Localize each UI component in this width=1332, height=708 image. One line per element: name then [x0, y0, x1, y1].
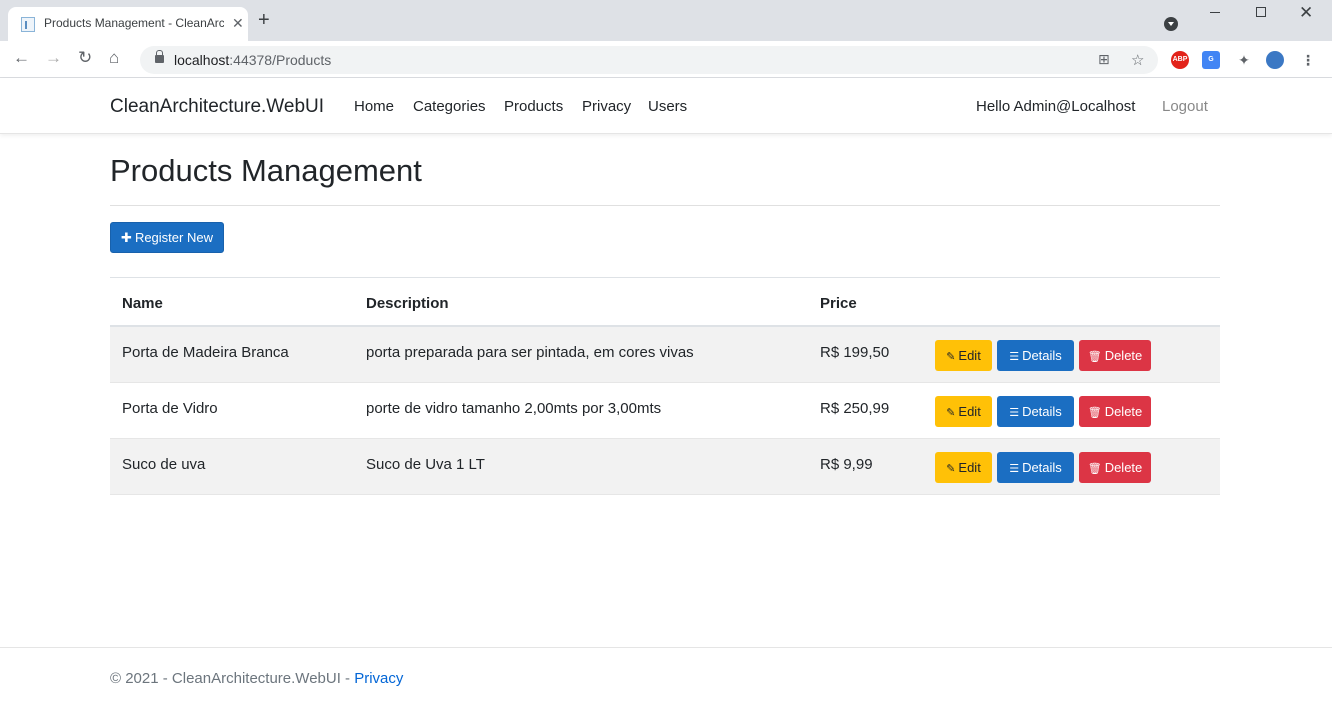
- footer-text: © 2021 - CleanArchitecture.WebUI -: [110, 670, 355, 687]
- edit-label: Edit: [958, 404, 981, 419]
- details-button[interactable]: ☰ Details: [997, 396, 1074, 427]
- delete-button[interactable]: 🗑 Delete: [1079, 340, 1151, 371]
- delete-label: Delete: [1104, 460, 1143, 475]
- pencil-icon: ✎: [946, 463, 956, 475]
- column-header-price: Price: [820, 295, 857, 312]
- logout-link[interactable]: Logout: [1162, 98, 1208, 115]
- nav-link-home[interactable]: Home: [354, 98, 394, 115]
- product-name: Suco de uva: [122, 456, 206, 473]
- google-translate-icon[interactable]: G: [1202, 51, 1220, 69]
- details-button[interactable]: ☰ Details: [997, 340, 1074, 371]
- url-path: :44378/Products: [229, 52, 332, 68]
- product-name: Porta de Madeira Branca: [122, 344, 289, 361]
- url-text: localhost:44378/Products: [174, 52, 331, 68]
- new-tab-icon[interactable]: +: [258, 10, 270, 30]
- product-description: porte de vidro tamanho 2,00mts por 3,00m…: [366, 400, 662, 417]
- edit-button[interactable]: ✎ Edit: [935, 340, 992, 371]
- menu-icon[interactable]: ⋮: [1299, 51, 1317, 69]
- product-description: porta preparada para ser pintada, em cor…: [366, 344, 694, 361]
- star-icon[interactable]: ☆: [1131, 51, 1144, 69]
- browser-tab[interactable]: Products Management - CleanArchitecture.…: [8, 7, 248, 41]
- product-name: Porta de Vidro: [122, 400, 218, 417]
- web-page: CleanArchitecture.WebUI Home Categories …: [0, 78, 1332, 708]
- plus-icon: ✚: [121, 230, 132, 245]
- profile-icon[interactable]: [1266, 51, 1284, 69]
- table-header: Name Description Price: [110, 277, 1220, 327]
- back-icon[interactable]: ←: [13, 48, 30, 68]
- trash-icon: 🗑: [1087, 351, 1102, 363]
- home-icon[interactable]: ⌂: [109, 48, 119, 68]
- table-row: Porta de Madeira Branca porta preparada …: [110, 327, 1220, 383]
- register-new-button[interactable]: ✚ Register New: [110, 222, 224, 253]
- pencil-icon: ✎: [946, 351, 956, 363]
- products-table: Name Description Price Porta de Madeira …: [110, 277, 1220, 495]
- tab-search-icon[interactable]: [1164, 17, 1178, 31]
- tab-title: Products Management - CleanArchitecture.…: [44, 16, 224, 30]
- user-greeting[interactable]: Hello Admin@Localhost: [976, 98, 1135, 115]
- edit-button[interactable]: ✎ Edit: [935, 396, 992, 427]
- nav-link-privacy[interactable]: Privacy: [582, 98, 631, 115]
- list-icon: ☰: [1009, 407, 1020, 419]
- extensions-icon[interactable]: ✦: [1235, 51, 1253, 69]
- trash-icon: 🗑: [1087, 407, 1102, 419]
- forward-icon[interactable]: →: [45, 48, 62, 68]
- browser-window: Products Management - CleanArchitecture.…: [0, 0, 1332, 708]
- footer-privacy-link[interactable]: Privacy: [354, 670, 403, 687]
- product-description: Suco de Uva 1 LT: [366, 456, 485, 473]
- tab-close-icon[interactable]: ✕: [232, 15, 244, 32]
- list-icon: ☰: [1009, 463, 1020, 475]
- edit-label: Edit: [958, 348, 981, 363]
- trash-icon: 🗑: [1087, 463, 1102, 475]
- product-price: R$ 250,99: [820, 400, 890, 417]
- column-header-name: Name: [122, 295, 163, 312]
- site-brand[interactable]: CleanArchitecture.WebUI: [110, 96, 324, 118]
- edit-button[interactable]: ✎ Edit: [935, 452, 992, 483]
- title-divider: [110, 205, 1220, 206]
- details-button[interactable]: ☰ Details: [997, 452, 1074, 483]
- pencil-icon: ✎: [946, 407, 956, 419]
- delete-label: Delete: [1104, 348, 1143, 363]
- delete-button[interactable]: 🗑 Delete: [1079, 452, 1151, 483]
- footer-divider: [0, 647, 1332, 648]
- table-row: Porta de Vidro porte de vidro tamanho 2,…: [110, 383, 1220, 439]
- delete-label: Delete: [1104, 404, 1143, 419]
- page-title: Products Management: [110, 153, 422, 188]
- url-host: localhost: [174, 52, 230, 68]
- nav-link-users[interactable]: Users: [648, 98, 687, 115]
- nav-link-categories[interactable]: Categories: [413, 98, 486, 115]
- address-bar[interactable]: localhost:44378/Products ⊞ ☆: [140, 46, 1158, 74]
- details-label: Details: [1022, 348, 1062, 363]
- minimize-icon[interactable]: [1210, 12, 1220, 13]
- column-header-description: Description: [366, 295, 449, 312]
- register-new-label: Register New: [134, 230, 213, 245]
- browser-toolbar: ← → ↻ ⌂ localhost:44378/Products ⊞ ☆ ABP…: [0, 41, 1332, 78]
- translate-icon[interactable]: ⊞: [1098, 51, 1110, 68]
- site-navbar: CleanArchitecture.WebUI Home Categories …: [0, 78, 1332, 134]
- details-label: Details: [1022, 404, 1062, 419]
- list-icon: ☰: [1009, 351, 1020, 363]
- product-price: R$ 9,99: [820, 456, 873, 473]
- reload-icon[interactable]: ↻: [78, 48, 92, 68]
- table-row: Suco de uva Suco de Uva 1 LT R$ 9,99 ✎ Ed…: [110, 439, 1220, 495]
- tab-favicon-icon: [21, 17, 35, 32]
- nav-link-products[interactable]: Products: [504, 98, 563, 115]
- edit-label: Edit: [958, 460, 981, 475]
- product-price: R$ 199,50: [820, 344, 890, 361]
- tab-strip: Products Management - CleanArchitecture.…: [0, 0, 1332, 41]
- delete-button[interactable]: 🗑 Delete: [1079, 396, 1151, 427]
- abp-icon[interactable]: ABP: [1171, 51, 1189, 69]
- maximize-icon[interactable]: [1256, 7, 1266, 17]
- details-label: Details: [1022, 460, 1062, 475]
- window-close-icon[interactable]: ✕: [1299, 3, 1313, 23]
- site-footer: © 2021 - CleanArchitecture.WebUI - Priva…: [110, 670, 403, 687]
- lock-icon[interactable]: [155, 50, 164, 63]
